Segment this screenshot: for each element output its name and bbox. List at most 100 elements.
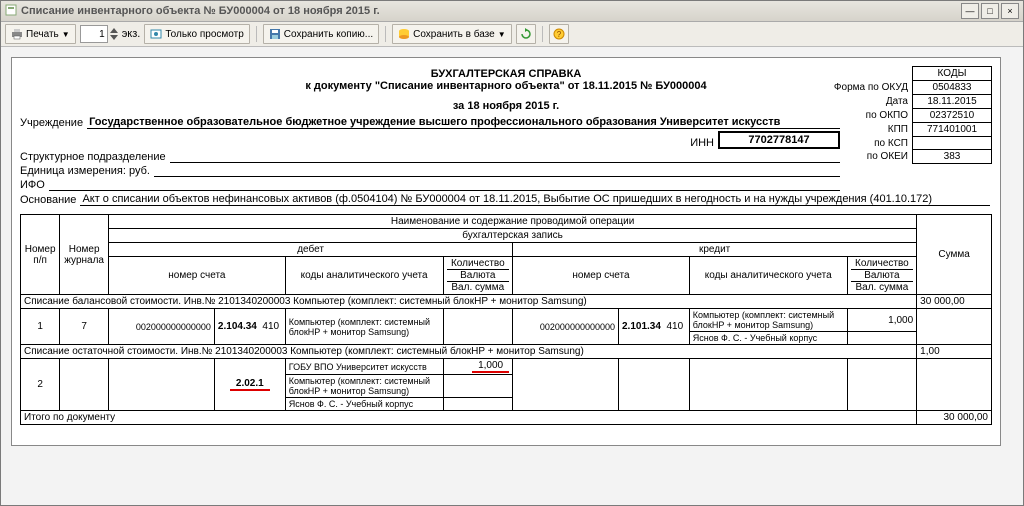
th-d-cur: Валюта bbox=[447, 270, 510, 282]
print-label: Печать bbox=[26, 29, 59, 40]
th-c-vsum: Вал. сумма bbox=[851, 282, 914, 293]
code-okei: 383 bbox=[913, 150, 992, 164]
r1-c-anal1: Компьютер (комплект: системный блокHP + … bbox=[689, 309, 847, 332]
help-icon: ? bbox=[553, 28, 565, 40]
copies-input[interactable] bbox=[80, 25, 108, 43]
th-no: Номер п/п bbox=[21, 215, 60, 295]
kpp-label: КПП bbox=[830, 123, 913, 137]
app-window: Списание инвентарного объекта № БУ000004… bbox=[0, 0, 1024, 506]
entry-row-1a: 1 7 002000000000000 2.104.34 410 Компьют… bbox=[21, 309, 992, 332]
dept-value bbox=[170, 162, 840, 163]
minimize-button[interactable]: — bbox=[961, 3, 979, 19]
preview-button[interactable]: Только просмотр bbox=[144, 24, 249, 44]
r2-no: 2 bbox=[21, 359, 60, 411]
basis-label: Основание bbox=[20, 194, 76, 206]
code-kpp: 771401001 bbox=[913, 123, 992, 137]
printer-icon bbox=[11, 28, 23, 40]
th-opname: Наименование и содержание проводимой опе… bbox=[109, 215, 917, 229]
copies-spinner[interactable] bbox=[80, 25, 118, 43]
app-icon bbox=[5, 4, 17, 19]
r1-jrn: 7 bbox=[60, 309, 109, 345]
th-d-acct: номер счета bbox=[109, 257, 286, 295]
inn-label: ИНН bbox=[690, 137, 714, 149]
org-value: Государственное образовательное бюджетно… bbox=[87, 116, 840, 129]
db-icon bbox=[398, 28, 410, 40]
okei-label: по ОКЕИ bbox=[830, 150, 913, 164]
r1-c-qty: 1,000 bbox=[847, 309, 917, 332]
save-db-button[interactable]: Сохранить в базе ▼ bbox=[392, 24, 511, 44]
copies-suffix: экз. bbox=[122, 28, 141, 40]
r1-c-code: 002000000000000 bbox=[513, 309, 619, 345]
r1-d-sub: 410 bbox=[262, 321, 279, 332]
r2-d-anal3: Яснов Ф. С. - Учебный корпус bbox=[285, 398, 443, 411]
r2-d-qty: 1,000 bbox=[472, 360, 509, 373]
dropdown-icon: ▼ bbox=[62, 30, 70, 39]
form-okud: 0504833 bbox=[913, 81, 992, 95]
titlebar: Списание инвентарного объекта № БУ000004… bbox=[1, 1, 1023, 22]
entries-table: Номер п/п Номер журнала Наименование и с… bbox=[20, 214, 992, 425]
separator bbox=[385, 26, 386, 42]
maximize-button[interactable]: □ bbox=[981, 3, 999, 19]
th-c-acct: номер счета bbox=[513, 257, 690, 295]
save-copy-label: Сохранить копию... bbox=[284, 29, 373, 40]
th-c-qty: Количество bbox=[851, 258, 914, 270]
section1-sum: 30 000,00 bbox=[917, 295, 992, 309]
refresh-button[interactable] bbox=[516, 24, 536, 44]
th-d-vsum: Вал. сумма bbox=[447, 282, 510, 293]
ksp-label: по КСП bbox=[830, 137, 913, 150]
ifo-value bbox=[49, 190, 840, 191]
save-db-label: Сохранить в базе bbox=[413, 29, 495, 40]
r2-d-anal2: Компьютер (комплект: системный блокHP + … bbox=[285, 375, 443, 398]
totals-label: Итого по документу bbox=[21, 411, 917, 425]
entry-row-2a: 2 2.02.1 ГОБУ ВПО Университет искусств 1… bbox=[21, 359, 992, 375]
org-label: Учреждение bbox=[20, 117, 83, 129]
th-d-anal: коды аналитического учета bbox=[285, 257, 443, 295]
code-okpo: 02372510 bbox=[913, 109, 992, 123]
r1-d-code: 002000000000000 bbox=[109, 309, 215, 345]
form-okud-label: Форма по ОКУД bbox=[830, 81, 913, 95]
r1-c-sub: 410 bbox=[667, 321, 684, 332]
print-button[interactable]: Печать ▼ bbox=[5, 24, 76, 44]
codes-header: КОДЫ bbox=[913, 67, 992, 81]
dropdown-icon: ▼ bbox=[498, 30, 506, 39]
separator bbox=[256, 26, 257, 42]
code-date: 18.11.2015 bbox=[913, 95, 992, 109]
totals-row: Итого по документу 30 000,00 bbox=[21, 411, 992, 425]
separator bbox=[542, 26, 543, 42]
inn-value: 7702778147 bbox=[718, 131, 840, 149]
toolbar: Печать ▼ экз. Только просмотр Сохранить … bbox=[1, 22, 1023, 47]
th-c-cur: Валюта bbox=[851, 270, 914, 282]
date-label: Дата bbox=[830, 95, 913, 109]
r2-d-anal1: ГОБУ ВПО Университет искусств bbox=[285, 359, 443, 375]
th-d-qty: Количество bbox=[447, 258, 510, 270]
save-copy-button[interactable]: Сохранить копию... bbox=[263, 24, 379, 44]
code-ksp bbox=[913, 137, 992, 150]
unit-label: Единица измерения: руб. bbox=[20, 165, 150, 177]
preview-label: Только просмотр bbox=[165, 29, 243, 40]
th-entry: бухгалтерская запись bbox=[109, 229, 917, 243]
eye-icon bbox=[150, 28, 162, 40]
r1-d-acct: 2.104.34 bbox=[218, 321, 257, 332]
dept-label: Структурное подразделение bbox=[20, 151, 166, 163]
totals-sum: 30 000,00 bbox=[917, 411, 992, 425]
basis-value: Акт о списании объектов нефинансовых акт… bbox=[80, 193, 990, 206]
okpo-label: по ОКПО bbox=[830, 109, 913, 123]
refresh-icon bbox=[520, 28, 532, 40]
section1-row: Списание балансовой стоимости. Инв.№ 210… bbox=[21, 295, 992, 309]
section2-row: Списание остаточной стоимости. Инв.№ 210… bbox=[21, 345, 992, 359]
svg-text:?: ? bbox=[556, 30, 561, 39]
disk-icon bbox=[269, 28, 281, 40]
spinner-icon[interactable] bbox=[110, 27, 118, 41]
th-jrn: Номер журнала bbox=[60, 215, 109, 295]
section1-title: Списание балансовой стоимости. Инв.№ 210… bbox=[21, 295, 917, 309]
document-area[interactable]: КОДЫ Форма по ОКУД0504833 Дата18.11.2015… bbox=[1, 47, 1023, 505]
r2-d-acct: 2.02.1 bbox=[230, 378, 270, 391]
th-sum: Сумма bbox=[917, 215, 992, 295]
section2-title: Списание остаточной стоимости. Инв.№ 210… bbox=[21, 345, 917, 359]
section2-sum: 1,00 bbox=[917, 345, 992, 359]
ifo-label: ИФО bbox=[20, 179, 45, 191]
help-button[interactable]: ? bbox=[549, 24, 569, 44]
close-button[interactable]: × bbox=[1001, 3, 1019, 19]
document-sheet: КОДЫ Форма по ОКУД0504833 Дата18.11.2015… bbox=[11, 57, 1001, 446]
r1-c-acct: 2.101.34 bbox=[622, 321, 661, 332]
